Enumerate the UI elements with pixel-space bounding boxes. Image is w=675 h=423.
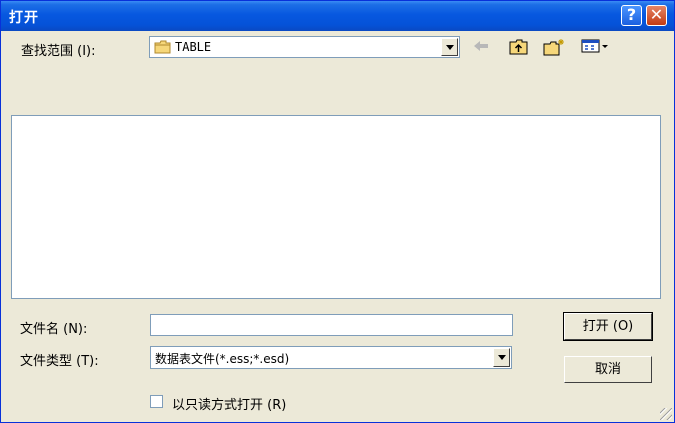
lookin-dropdown-button[interactable] bbox=[441, 38, 458, 56]
filetype-label: 文件类型 (T): bbox=[20, 354, 99, 369]
lookin-combo[interactable]: TABLE bbox=[149, 36, 460, 58]
window-title: 打开 bbox=[9, 10, 39, 26]
title-bar[interactable]: 打开 ? ✕ bbox=[1, 1, 674, 31]
resize-grip[interactable] bbox=[660, 408, 672, 420]
cancel-button[interactable]: 取消 bbox=[564, 356, 652, 383]
filename-input[interactable] bbox=[150, 314, 513, 336]
view-menu-icon[interactable] bbox=[581, 38, 609, 58]
readonly-checkbox[interactable] bbox=[150, 395, 163, 408]
close-icon: ✕ bbox=[649, 5, 664, 24]
filetype-value: 数据表文件(*.ess;*.esd) bbox=[155, 352, 290, 366]
lookin-label: 查找范围 (I): bbox=[21, 44, 96, 59]
help-icon: ? bbox=[626, 5, 637, 24]
filetype-combo[interactable]: 数据表文件(*.ess;*.esd) bbox=[150, 346, 512, 369]
filename-label: 文件名 (N): bbox=[20, 322, 88, 337]
filetype-dropdown-button[interactable] bbox=[493, 348, 510, 367]
open-dialog: 打开 ? ✕ 查找范围 (I): TABLE 文件名 (N): 文件类型 (T)… bbox=[0, 0, 675, 423]
close-button[interactable]: ✕ bbox=[646, 5, 667, 26]
folder-icon bbox=[154, 40, 172, 57]
lookin-value: TABLE bbox=[175, 40, 212, 54]
file-list[interactable] bbox=[11, 115, 661, 299]
readonly-label[interactable]: 以只读方式打开 (R) bbox=[172, 394, 286, 413]
back-icon[interactable] bbox=[472, 38, 490, 58]
help-button[interactable]: ? bbox=[621, 5, 642, 26]
up-folder-icon[interactable] bbox=[509, 38, 529, 60]
open-button[interactable]: 打开 (O) bbox=[563, 312, 653, 341]
new-folder-icon[interactable] bbox=[543, 38, 565, 60]
